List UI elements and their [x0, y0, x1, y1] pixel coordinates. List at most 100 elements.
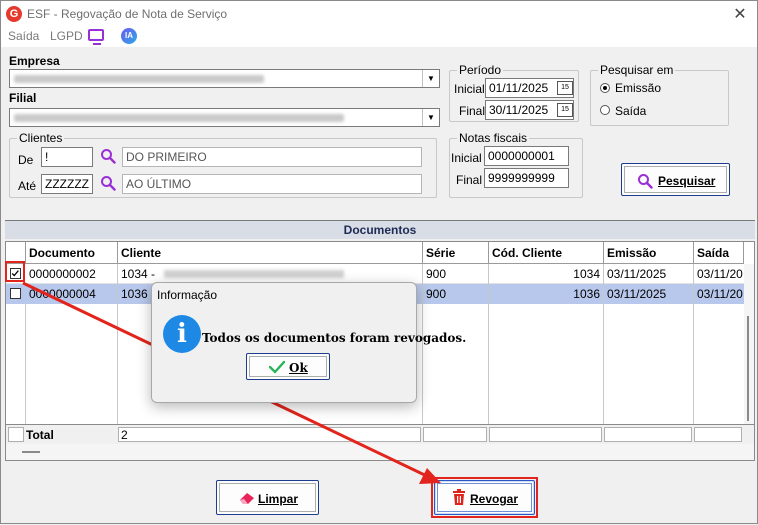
window-title: ESF - Regovação de Nota de Serviço: [27, 7, 228, 21]
monitor-icon[interactable]: [88, 29, 104, 45]
eraser-icon: [240, 493, 254, 504]
chevron-down-icon[interactable]: ▼: [422, 70, 439, 87]
ok-button-frame: [249, 356, 327, 377]
column-header-serie[interactable]: Série: [423, 242, 489, 264]
clientes-de-input[interactable]: !: [41, 147, 93, 167]
radio-emissao-label[interactable]: Emissão: [615, 81, 661, 95]
periodo-inicial-value: 01/11/2025: [489, 81, 549, 95]
total-saida: [694, 427, 742, 442]
cell-serie: 900: [423, 284, 489, 304]
column-header-cod-cliente[interactable]: Cód. Cliente: [489, 242, 604, 264]
check-icon: [269, 360, 285, 374]
horizontal-scrollbar[interactable]: [6, 444, 754, 460]
app-logo-icon: G: [6, 6, 22, 22]
notas-inicial-input[interactable]: 0000000001: [484, 146, 569, 166]
clientes-de-description: DO PRIMEIRO: [122, 147, 422, 167]
filial-label: Filial: [9, 91, 37, 105]
notas-final-label: Final: [456, 173, 483, 187]
documentos-header: Documentos: [5, 220, 755, 239]
total-label: Total: [26, 428, 54, 442]
clientes-ate-desc-text: AO ÚLTIMO: [126, 177, 192, 191]
row-checkbox[interactable]: [10, 288, 21, 299]
table-row[interactable]: 0000000002 1034 - 900 1034 03/11/2025 03…: [6, 264, 744, 284]
ok-button[interactable]: Ok: [246, 353, 330, 380]
clientes-de-label: De: [18, 153, 34, 167]
cell-serie: 900: [423, 264, 489, 284]
column-header-cliente[interactable]: Cliente: [118, 242, 423, 264]
clientes-ate-value: ZZZZZZ: [45, 177, 89, 191]
empresa-label: Empresa: [9, 54, 60, 68]
cell-saida: 03/11/20: [697, 267, 743, 281]
menu-item-saida[interactable]: Saída: [8, 29, 39, 43]
dialog-title: Informação: [157, 288, 218, 302]
periodo-title: Período: [457, 63, 504, 77]
annotation-highlight-checkbox: [5, 261, 25, 282]
clientes-ate-description: AO ÚLTIMO: [122, 174, 422, 194]
menu-item-lgpd[interactable]: LGPD: [50, 29, 83, 43]
empresa-select[interactable]: ▼: [9, 69, 440, 88]
pesquisar-button-label: Pesquisar: [658, 174, 716, 188]
notas-inicial-label: Inicial: [451, 151, 482, 165]
annotation-highlight-revogar: [431, 477, 538, 518]
chevron-down-icon[interactable]: ▼: [422, 109, 439, 126]
cell-cliente: 1034 -: [118, 264, 423, 284]
cell-cliente-code: 1034 -: [121, 267, 156, 281]
info-dialog: Informação i Todos os documentos foram r…: [151, 282, 466, 403]
radio-emissao[interactable]: [600, 83, 610, 93]
column-header-emissao[interactable]: Emissão: [604, 242, 694, 264]
clientes-title: Clientes: [17, 131, 65, 145]
total-value: 2: [118, 427, 421, 442]
filial-select[interactable]: ▼: [9, 108, 440, 127]
periodo-final-value: 30/11/2025: [489, 103, 549, 117]
limpar-button[interactable]: Limpar: [216, 480, 319, 515]
total-serie: [423, 427, 487, 442]
periodo-inicial-label: Inicial: [454, 82, 485, 96]
clientes-ate-input[interactable]: ZZZZZZ: [41, 174, 93, 194]
pesquisar-em-group: Pesquisar em: [590, 63, 729, 126]
vertical-scrollbar[interactable]: [744, 264, 754, 424]
scrollbar-thumb[interactable]: [747, 316, 749, 421]
search-icon[interactable]: [100, 175, 116, 191]
radio-saida[interactable]: [600, 105, 610, 115]
cell-documento: 0000000004: [26, 284, 118, 304]
menu-bar: Saída LGPD IA: [1, 27, 757, 47]
cell-emissao: 03/11/2025: [604, 264, 694, 284]
calendar-icon[interactable]: 15: [557, 81, 573, 95]
ia-assistant-icon[interactable]: IA: [121, 28, 137, 44]
notas-final-input[interactable]: 9999999999: [484, 168, 569, 188]
cell-emissao: 03/11/2025: [604, 284, 694, 304]
column-header-saida[interactable]: Saída: [694, 242, 744, 264]
dialog-message: Todos os documentos foram revogados.: [202, 331, 467, 345]
info-icon: i: [163, 315, 201, 353]
total-row: Total 2: [6, 424, 754, 444]
notas-inicial-value: 0000000001: [488, 149, 555, 163]
notas-final-value: 9999999999: [488, 171, 555, 185]
pesquisar-em-title: Pesquisar em: [598, 63, 676, 77]
radio-saida-label[interactable]: Saída: [615, 104, 646, 118]
close-icon[interactable]: ✕: [731, 4, 749, 24]
cell-cod-cliente: 1034: [489, 264, 604, 284]
total-emissao: [604, 427, 692, 442]
clientes-de-desc-text: DO PRIMEIRO: [126, 150, 207, 164]
limpar-button-label: Limpar: [258, 492, 299, 506]
clientes-ate-label: Até: [18, 179, 37, 193]
notas-fiscais-title: Notas fiscais: [457, 131, 530, 145]
total-cod-cliente: [489, 427, 602, 442]
pesquisar-button[interactable]: Pesquisar: [621, 163, 730, 196]
main-window: G ESF - Regovação de Nota de Serviço ✕ S…: [0, 0, 758, 524]
filial-redacted-value: [14, 114, 344, 122]
periodo-final-label: Final: [459, 104, 486, 118]
cell-documento: 0000000002: [26, 264, 118, 284]
scrollbar-thumb[interactable]: [22, 451, 40, 453]
cell-cod-cliente: 1036: [489, 284, 604, 304]
redacted-client-name: [164, 270, 345, 278]
ok-button-label: Ok: [289, 361, 308, 375]
clientes-de-value: !: [45, 150, 49, 164]
cell-saida: 03/11/20: [697, 287, 743, 301]
search-icon[interactable]: [100, 148, 116, 164]
column-header-documento[interactable]: Documento: [26, 242, 118, 264]
search-icon: [638, 174, 653, 189]
empresa-redacted-value: [14, 75, 264, 83]
title-bar: G ESF - Regovação de Nota de Serviço ✕: [1, 1, 757, 27]
calendar-icon[interactable]: 15: [557, 103, 573, 117]
